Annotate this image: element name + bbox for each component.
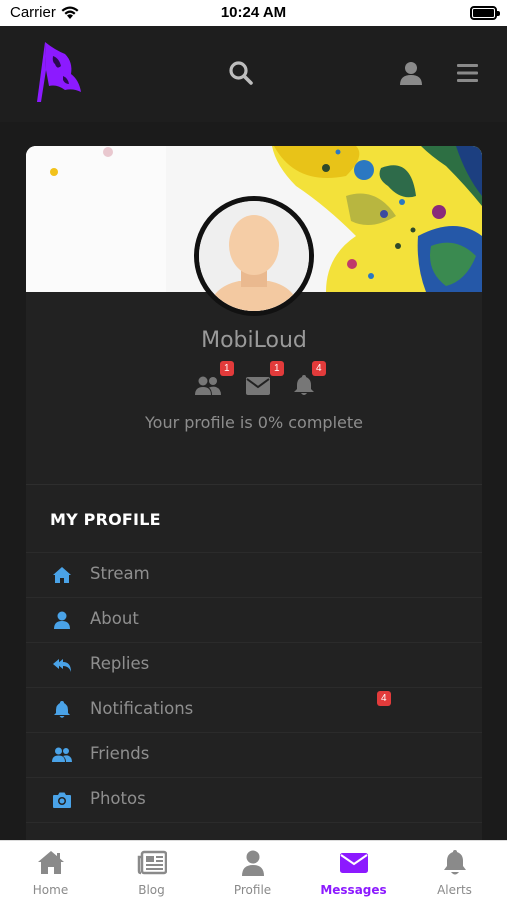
tab-label: Alerts [437, 883, 472, 897]
messages-count[interactable]: 1 [246, 361, 286, 399]
tab-label: Home [32, 883, 69, 897]
flag-logo[interactable] [35, 40, 83, 104]
mail-icon [246, 377, 270, 395]
menu-label: Notifications [90, 699, 194, 718]
menu-item-about[interactable]: About [26, 597, 482, 642]
menu-item-notifications[interactable]: Notifications 4 [26, 687, 482, 732]
bell-icon [54, 701, 70, 718]
menu-label: Friends [90, 744, 150, 763]
friends-icon [52, 747, 72, 762]
reply-all-icon [53, 659, 71, 672]
profile-menu: Stream About Replies Notifications 4 Fri… [26, 552, 482, 832]
menu-divider [26, 822, 482, 832]
section-divider [26, 484, 482, 485]
menu-label: Photos [90, 789, 146, 808]
home-icon [53, 567, 71, 583]
status-bar: Carrier 10:24 AM [0, 0, 507, 26]
menu-label: Stream [90, 564, 150, 583]
tab-blog[interactable]: Blog [101, 841, 202, 900]
user-icon [242, 850, 264, 876]
home-icon [38, 851, 64, 874]
hamburger-icon[interactable] [455, 60, 481, 86]
tab-messages[interactable]: Messages [303, 841, 404, 900]
notifications-badge: 4 [312, 361, 326, 376]
section-title: MY PROFILE [50, 510, 161, 529]
app-header [0, 26, 507, 122]
camera-icon [53, 792, 71, 808]
profile-name: MobiLoud [201, 328, 307, 353]
avatar[interactable] [194, 196, 314, 316]
menu-item-friends[interactable]: Friends [26, 732, 482, 777]
bell-icon [444, 850, 466, 875]
user-icon [54, 611, 70, 629]
friends-count[interactable]: 1 [194, 361, 234, 399]
notifications-menu-badge: 4 [377, 691, 391, 706]
user-icon[interactable] [398, 60, 424, 86]
battery-icon [470, 6, 500, 20]
tab-label: Messages [320, 883, 387, 897]
menu-label: Replies [90, 654, 150, 673]
tab-alerts[interactable]: Alerts [404, 841, 505, 900]
tab-profile[interactable]: Profile [202, 841, 303, 900]
menu-label: About [90, 609, 139, 628]
menu-item-photos[interactable]: Photos [26, 777, 482, 822]
menu-item-stream[interactable]: Stream [26, 552, 482, 597]
profile-card: MobiLoud 1 1 4 Your profile is 0% comple… [26, 146, 482, 846]
bell-icon [294, 375, 314, 395]
envelope-icon [340, 853, 368, 873]
profile-counts: 1 1 4 [26, 361, 482, 399]
profile-completion-text: Your profile is 0% complete [145, 413, 363, 432]
bottom-tab-bar: Home Blog Profile Messages Alerts [0, 840, 507, 900]
tab-home[interactable]: Home [0, 841, 101, 900]
clock: 10:24 AM [220, 4, 287, 21]
friends-icon [195, 376, 221, 395]
app-screen: Carrier 10:24 AM MobiLoud 1 1 4 Your pro… [0, 0, 507, 900]
notifications-count[interactable]: 4 [293, 361, 333, 399]
tab-label: Blog [138, 883, 165, 897]
messages-badge: 1 [270, 361, 284, 376]
menu-item-replies[interactable]: Replies [26, 642, 482, 687]
default-avatar-icon [199, 201, 309, 311]
newspaper-icon [137, 850, 167, 875]
friends-badge: 1 [220, 361, 234, 376]
tab-label: Profile [233, 883, 272, 897]
search-icon[interactable] [228, 60, 254, 86]
